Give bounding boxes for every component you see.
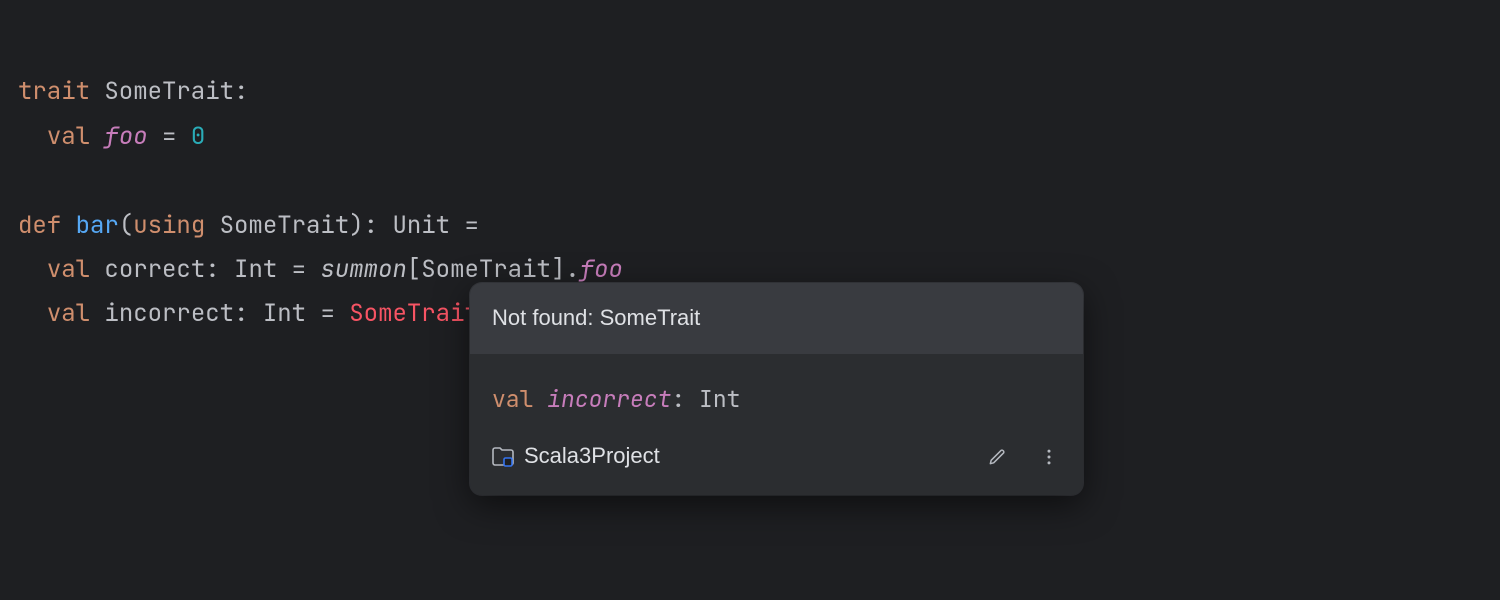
tooltip-declaration: val incorrect: Int <box>470 354 1083 427</box>
punct: = <box>292 254 306 285</box>
function-call: summon <box>320 254 406 285</box>
edit-icon[interactable] <box>985 445 1009 469</box>
punct: : <box>205 254 219 285</box>
tooltip-error-message: Not found: SomeTrait <box>470 283 1083 354</box>
punct: ]. <box>551 254 580 285</box>
number-literal: 0 <box>191 121 205 152</box>
keyword-val: val <box>47 298 90 329</box>
var-name: incorrect <box>104 298 234 329</box>
project-name: Scala3Project <box>524 436 660 477</box>
punct: : <box>234 298 248 329</box>
type-name: Int <box>234 254 277 285</box>
folder-icon <box>492 447 514 467</box>
keyword-def: def <box>18 210 61 241</box>
keyword-val: val <box>47 254 90 285</box>
punct: = <box>320 298 334 329</box>
member-access: foo <box>580 254 623 285</box>
punct: = <box>464 210 478 241</box>
punct: ): <box>349 210 378 241</box>
code-line: def bar(using SomeTrait): Unit = <box>18 210 479 241</box>
keyword-val: val <box>47 121 90 152</box>
error-tooltip: Not found: SomeTrait val incorrect: Int … <box>470 283 1083 495</box>
keyword-trait: trait <box>18 76 90 107</box>
var-name: correct <box>104 254 205 285</box>
member-name: foo <box>104 121 147 152</box>
type-name: Int <box>699 384 740 414</box>
member-name: incorrect <box>547 384 671 414</box>
code-line: trait SomeTrait: <box>18 76 248 107</box>
more-icon[interactable] <box>1037 445 1061 469</box>
punct: = <box>162 121 176 152</box>
code-line: val incorrect: Int = SomeTrait.foo <box>18 298 536 329</box>
punct: [ <box>407 254 421 285</box>
type-name: SomeTrait <box>421 254 551 285</box>
keyword-using: using <box>133 210 205 241</box>
type-name: Int <box>263 298 306 329</box>
code-line: val foo = 0 <box>18 121 205 152</box>
punct: : <box>234 76 248 107</box>
type-name: Unit <box>392 210 450 241</box>
error-identifier: SomeTrait <box>349 298 479 329</box>
keyword-val: val <box>492 384 547 414</box>
punct: : <box>671 384 699 414</box>
punct: ( <box>119 210 133 241</box>
function-name: bar <box>76 210 119 241</box>
type-name: SomeTrait <box>220 210 350 241</box>
tooltip-footer: Scala3Project <box>470 426 1083 495</box>
type-name: SomeTrait <box>104 76 234 107</box>
code-line: val correct: Int = summon[SomeTrait].foo <box>18 254 623 285</box>
